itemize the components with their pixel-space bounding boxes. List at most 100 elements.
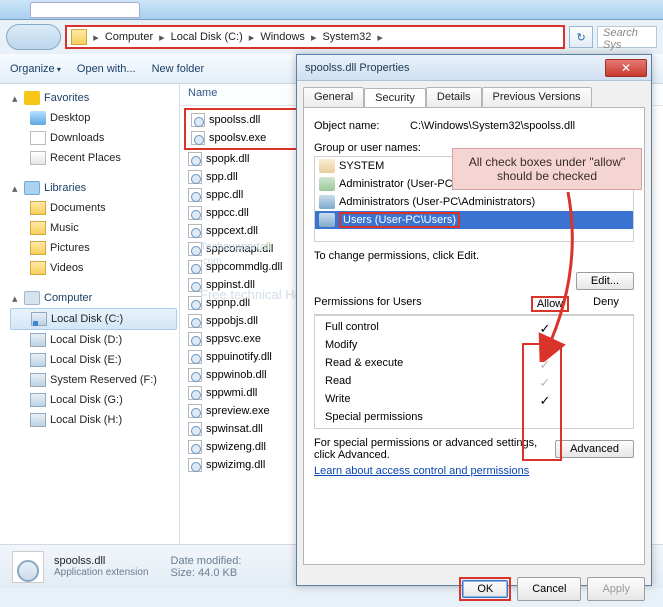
- file-icon: [188, 404, 202, 418]
- nav-pane: ▴Favorites Desktop Downloads Recent Plac…: [0, 84, 180, 544]
- change-perm-text: To change permissions, click Edit.: [314, 250, 634, 262]
- file-icon: [188, 188, 202, 202]
- chevron-right-icon[interactable]: ▸: [91, 31, 101, 44]
- nav-item-drive-g[interactable]: Local Disk (G:): [8, 390, 179, 410]
- nav-item-drive-d[interactable]: Local Disk (D:): [8, 330, 179, 350]
- search-input[interactable]: Search Sys: [597, 26, 657, 48]
- cancel-button[interactable]: Cancel: [517, 577, 581, 601]
- learn-link[interactable]: Learn about access control and permissio…: [314, 465, 634, 477]
- tab-details[interactable]: Details: [426, 87, 482, 107]
- new-folder-button[interactable]: New folder: [152, 63, 205, 75]
- permission-row: Special permissions: [319, 410, 629, 424]
- chevron-right-icon[interactable]: ▸: [157, 31, 167, 44]
- nav-item-downloads[interactable]: Downloads: [8, 128, 179, 148]
- nav-item-music[interactable]: Music: [8, 218, 179, 238]
- nav-label: Favorites: [44, 92, 89, 104]
- allow-check-icon: ✓: [517, 393, 573, 409]
- nav-item-desktop[interactable]: Desktop: [8, 108, 179, 128]
- file-icon: [188, 224, 202, 238]
- status-datemod-label: Date modified:: [171, 555, 242, 567]
- file-icon: [188, 368, 202, 382]
- status-size-label: Size:: [171, 567, 195, 579]
- apply-button[interactable]: Apply: [587, 577, 645, 601]
- folder-icon: [71, 29, 87, 45]
- nav-item-pictures[interactable]: Pictures: [8, 238, 179, 258]
- file-icon: [188, 350, 202, 364]
- nav-item-documents[interactable]: Documents: [8, 198, 179, 218]
- drive-icon: [31, 312, 47, 326]
- properties-dialog: spoolss.dll Properties ✕ General Securit…: [296, 54, 652, 586]
- nav-item-drive-e[interactable]: Local Disk (E:): [8, 350, 179, 370]
- file-type-icon: [12, 551, 44, 583]
- drive-icon: [30, 333, 46, 347]
- permission-row: Write✓: [319, 392, 629, 410]
- drive-icon: [30, 373, 46, 387]
- status-filetype: Application extension: [54, 567, 149, 578]
- breadcrumb-segment[interactable]: Windows: [256, 31, 309, 43]
- drive-icon: [30, 353, 46, 367]
- close-button[interactable]: ✕: [605, 59, 647, 77]
- user-group-icon: [319, 177, 335, 191]
- window-tab[interactable]: [30, 2, 140, 18]
- chevron-right-icon[interactable]: ▸: [375, 31, 385, 44]
- file-row[interactable]: spoolsv.exe: [187, 129, 311, 147]
- dialog-title: spoolss.dll Properties: [305, 62, 410, 74]
- group-item[interactable]: Users (User-PC\Users): [315, 211, 633, 229]
- breadcrumb-segment[interactable]: Computer: [101, 31, 157, 43]
- file-icon: [188, 278, 202, 292]
- status-size-value: 44.0 KB: [198, 567, 237, 579]
- recent-icon: [30, 151, 46, 165]
- folder-icon: [30, 221, 46, 235]
- window-titlebar: [0, 0, 663, 20]
- advanced-button[interactable]: Advanced: [555, 440, 634, 458]
- group-item[interactable]: Administrators (User-PC\Administrators): [315, 193, 633, 211]
- permission-row: Full control✓: [319, 320, 629, 338]
- nav-item-drive-c[interactable]: Local Disk (C:): [10, 308, 177, 330]
- highlighted-files: spoolss.dll spoolsv.exe: [184, 108, 314, 150]
- deny-column-header: Deny: [578, 296, 634, 312]
- nav-item-drive-h[interactable]: Local Disk (H:): [8, 410, 179, 430]
- organize-menu[interactable]: Organize: [10, 63, 61, 75]
- dialog-buttons: OK Cancel Apply: [297, 571, 651, 607]
- star-icon: [24, 91, 40, 105]
- permission-row: Modify✓: [319, 338, 629, 356]
- breadcrumb-segment[interactable]: System32: [318, 31, 375, 43]
- nav-item-recent[interactable]: Recent Places: [8, 148, 179, 168]
- ok-button[interactable]: OK: [462, 580, 508, 598]
- allow-check-icon: ✓: [517, 339, 573, 355]
- file-icon: [188, 332, 202, 346]
- file-icon: [188, 242, 202, 256]
- tab-previous-versions[interactable]: Previous Versions: [482, 87, 592, 107]
- refresh-button[interactable]: ↻: [569, 26, 593, 48]
- chevron-right-icon[interactable]: ▸: [247, 31, 257, 44]
- file-row[interactable]: spoolss.dll: [187, 111, 311, 129]
- nav-favorites-header[interactable]: ▴Favorites: [8, 88, 179, 108]
- folder-icon: [30, 201, 46, 215]
- dialog-titlebar[interactable]: spoolss.dll Properties ✕: [297, 55, 651, 81]
- folder-icon: [30, 261, 46, 275]
- nav-label: Computer: [44, 292, 92, 304]
- tab-security[interactable]: Security: [364, 88, 426, 108]
- advanced-text: For special permissions or advanced sett…: [314, 437, 547, 461]
- nav-libraries-header[interactable]: ▴Libraries: [8, 178, 179, 198]
- allow-check-icon: ✓: [517, 357, 573, 373]
- chevron-right-icon[interactable]: ▸: [309, 31, 319, 44]
- open-with-button[interactable]: Open with...: [77, 63, 136, 75]
- permission-row: Read✓: [319, 374, 629, 392]
- file-icon: [188, 422, 202, 436]
- tab-general[interactable]: General: [303, 87, 364, 107]
- file-icon: [188, 296, 202, 310]
- nav-item-videos[interactable]: Videos: [8, 258, 179, 278]
- edit-button[interactable]: Edit...: [576, 272, 634, 290]
- library-icon: [24, 181, 40, 195]
- file-icon: [188, 440, 202, 454]
- file-icon: [188, 314, 202, 328]
- nav-computer-header[interactable]: ▴Computer: [8, 288, 179, 308]
- desktop-icon: [30, 111, 46, 125]
- object-name-label: Object name:: [314, 120, 404, 132]
- nav-item-drive-f[interactable]: System Reserved (F:): [8, 370, 179, 390]
- nav-back-forward[interactable]: [6, 24, 61, 50]
- breadcrumb-segment[interactable]: Local Disk (C:): [167, 31, 247, 43]
- breadcrumb[interactable]: ▸ Computer ▸ Local Disk (C:) ▸ Windows ▸…: [65, 25, 565, 49]
- downloads-icon: [30, 131, 46, 145]
